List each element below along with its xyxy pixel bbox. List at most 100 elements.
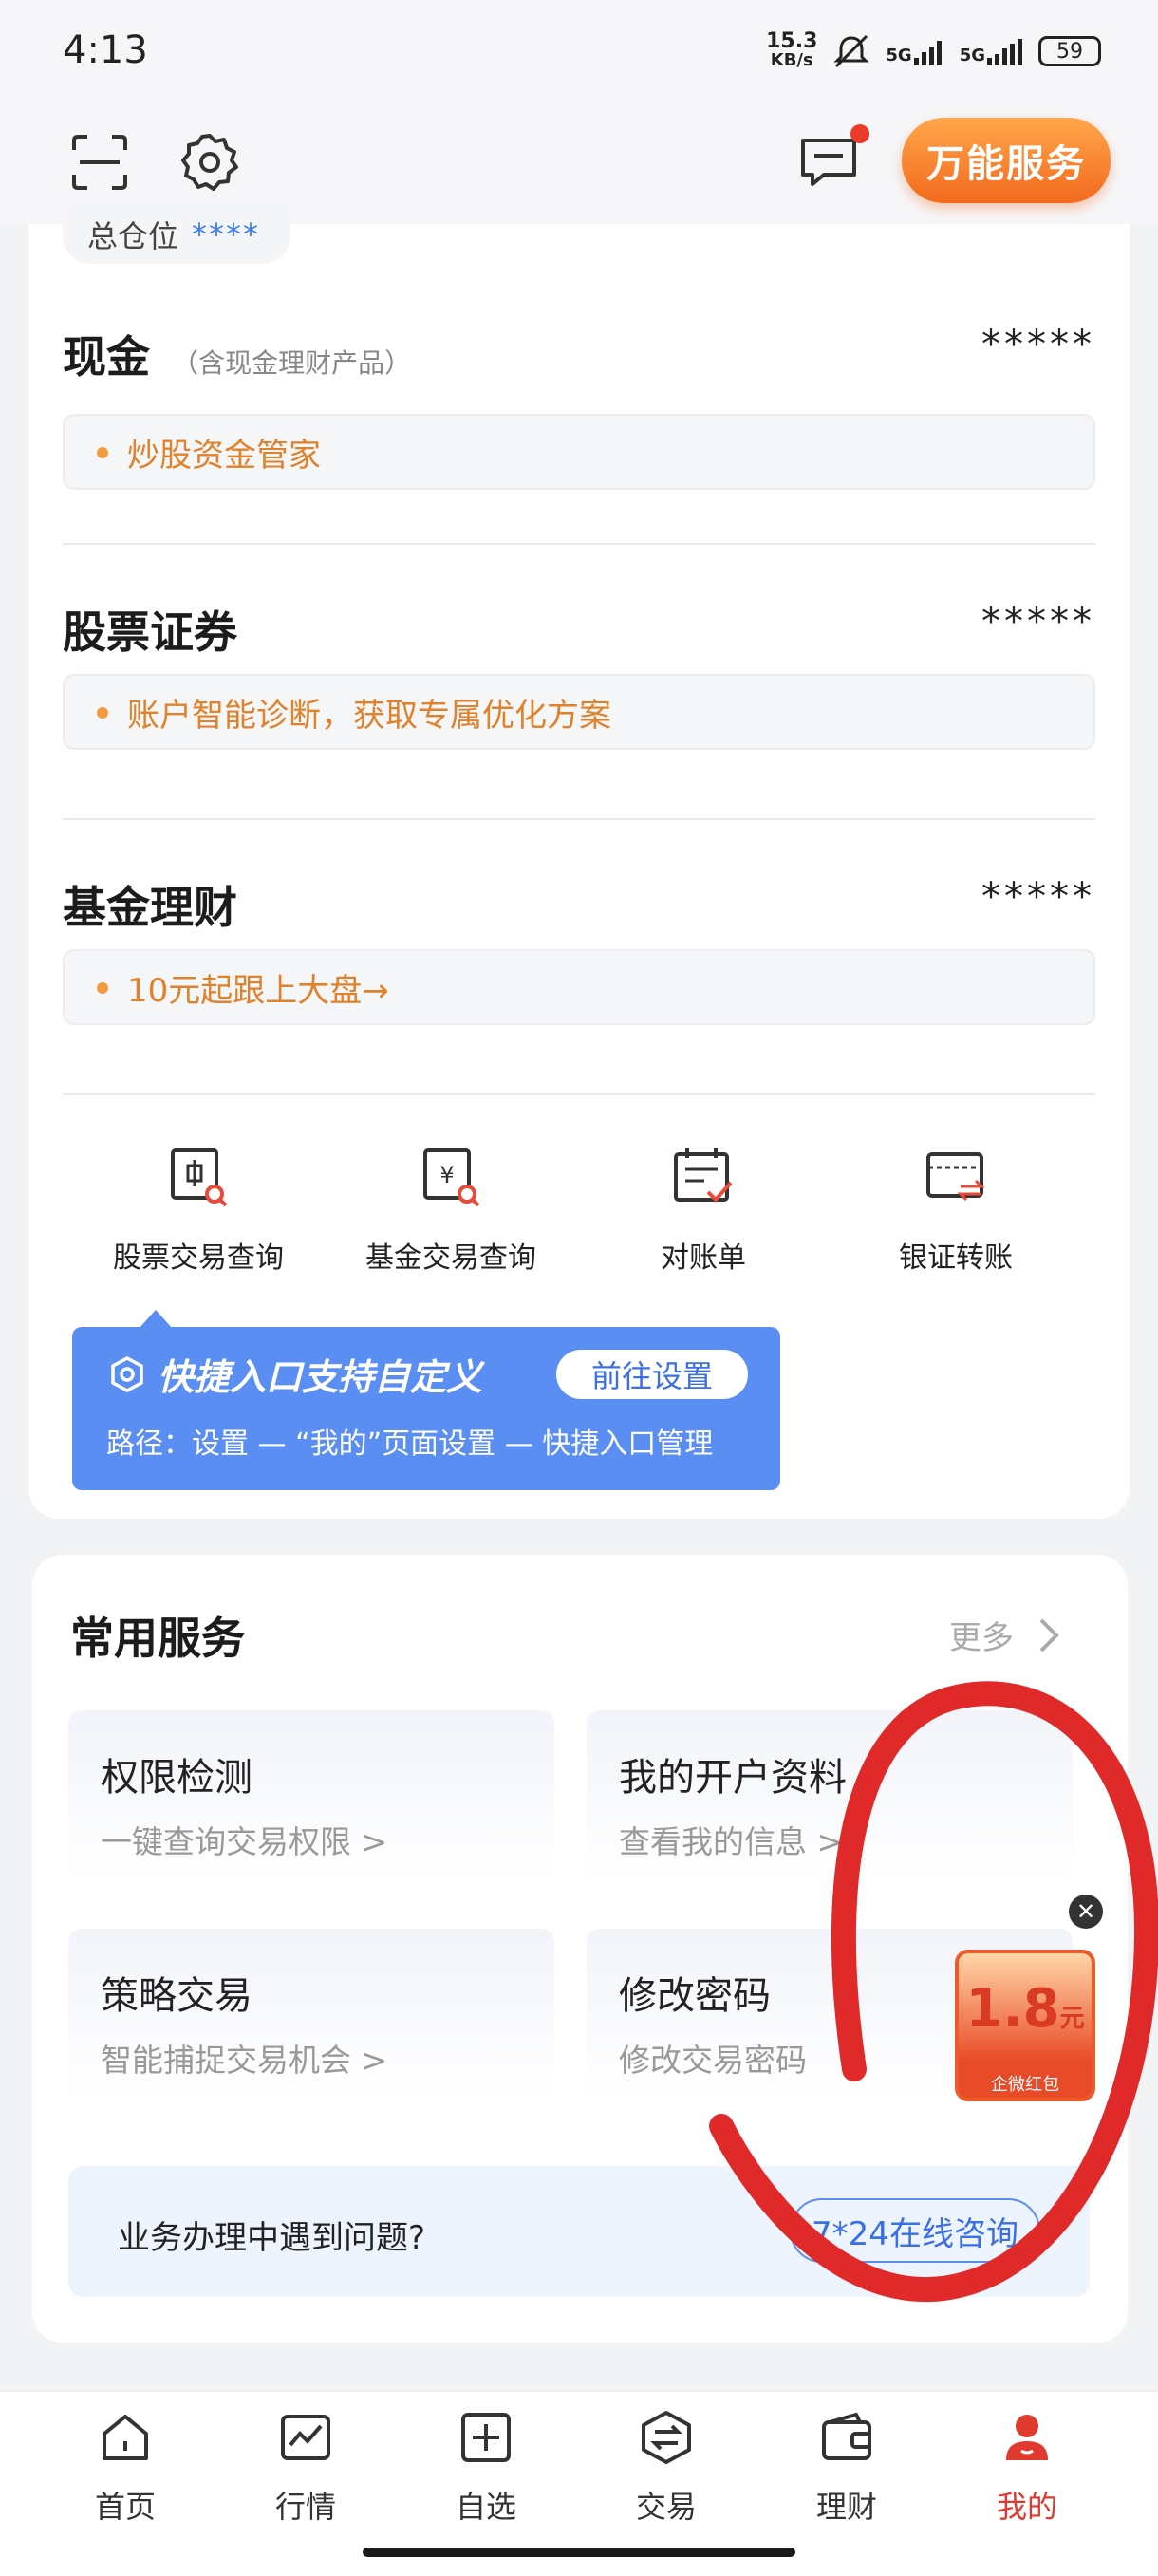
customize-tip-title: 快捷入口支持自定义 (158, 1356, 483, 1398)
quick-entry-statement[interactable]: 对账单 (580, 1145, 827, 1276)
stock-query-icon (171, 1148, 228, 1207)
quick-entry-label: 银证转账 (899, 1241, 1013, 1275)
market-icon (281, 2415, 330, 2460)
fund-title: 基金理财 (63, 882, 237, 933)
nav-profile[interactable]: 我的 (951, 2409, 1103, 2527)
stock-value: ***** (981, 600, 1095, 644)
nav-label: 首页 (94, 2489, 156, 2525)
signal-bars-icon (913, 41, 942, 65)
cash-tip[interactable]: 炒股资金管家 (63, 414, 1095, 490)
chevron-right-icon (1039, 1618, 1059, 1652)
nav-label: 自选 (455, 2489, 516, 2525)
watchlist-icon (461, 2413, 511, 2462)
quick-entry-label: 对账单 (661, 1241, 746, 1275)
close-icon: ✕ (1075, 1898, 1096, 1925)
quick-entry-bank-transfer[interactable]: 银证转账 (832, 1145, 1079, 1276)
online-consult-button[interactable]: 7*24在线咨询 (790, 2198, 1040, 2263)
mute-bell-icon (833, 34, 869, 68)
signal-1-label: 5G (886, 46, 912, 65)
divider (63, 543, 1095, 545)
nav-label: 我的 (996, 2489, 1057, 2525)
cash-section-header: 现金 （含现金理财产品） (63, 323, 411, 385)
net-speed-value: 15.3 (766, 29, 818, 53)
quick-entry-label: 基金交易查询 (365, 1241, 536, 1275)
notification-dot (850, 124, 869, 143)
tile-title: 我的开户资料 (619, 1756, 847, 1800)
services-title: 常用服务 (70, 1613, 245, 1664)
bullet-dot (97, 447, 108, 458)
statement-icon (674, 1148, 733, 1203)
nav-label: 理财 (815, 2489, 877, 2525)
nav-label: 行情 (274, 2489, 336, 2525)
bullet-dot (97, 707, 108, 719)
services-more-link[interactable]: 更多 (949, 1612, 1062, 1658)
signal-bars-icon (987, 39, 1022, 65)
wealth-icon (822, 2412, 871, 2460)
fund-value: ***** (981, 875, 1095, 919)
divider (63, 818, 1095, 820)
tip-bubble-tail (139, 1310, 173, 1329)
status-time: 4:13 (63, 28, 148, 72)
service-tile-account-info[interactable]: 我的开户资料 查看我的信息 > (587, 1710, 1073, 1881)
tile-title: 策略交易 (101, 1974, 252, 2018)
gesture-home-bar[interactable] (363, 2548, 795, 2557)
nav-watchlist[interactable]: 自选 (410, 2409, 562, 2527)
quick-entry-label: 股票交易查询 (113, 1241, 284, 1275)
universal-service-button[interactable]: 万能服务 (902, 118, 1111, 203)
total-position-chip[interactable]: 总仓位 **** (63, 205, 290, 264)
trade-icon (642, 2411, 691, 2464)
battery-level: 59 (1056, 39, 1083, 64)
envelope-amount-value: 1.8 (965, 1978, 1060, 2040)
scan-icon (72, 135, 127, 190)
message-icon (801, 139, 856, 186)
help-text: 业务办理中遇到问题? (118, 2219, 426, 2257)
quick-entry-fund-query[interactable]: ¥ 基金交易查询 (327, 1145, 574, 1276)
stock-tip-text: 账户智能诊断，获取专属优化方案 (127, 696, 611, 735)
bullet-dot (97, 982, 108, 994)
cash-title: 现金 (63, 331, 150, 383)
go-settings-button[interactable]: 前往设置 (556, 1350, 748, 1399)
nav-market[interactable]: 行情 (230, 2409, 382, 2527)
envelope-label: 企微红包 (991, 2075, 1059, 2095)
fund-tip-text: 10元起跟上大盘→ (127, 971, 389, 1010)
tile-title: 修改密码 (619, 1974, 771, 2018)
stock-title: 股票证券 (63, 607, 237, 658)
close-envelope-button[interactable]: ✕ (1069, 1895, 1103, 1929)
stock-tip[interactable]: 账户智能诊断，获取专属优化方案 (63, 674, 1095, 750)
settings-button[interactable] (177, 129, 243, 196)
home-icon (103, 2415, 148, 2460)
nav-trade[interactable]: 交易 (590, 2409, 742, 2527)
fund-query-icon: ¥ (423, 1148, 480, 1207)
customize-tip-path: 路径：设置 — “我的”页面设置 — 快捷入口管理 (106, 1428, 714, 1461)
tile-title: 权限检测 (101, 1756, 252, 1800)
tile-subtitle: 智能捕捉交易机会 > (101, 2042, 388, 2079)
envelope-amount: 1.8元 (959, 1978, 1092, 2040)
fund-tip[interactable]: 10元起跟上大盘→ (63, 949, 1095, 1025)
tile-subtitle: 一键查询交易权限 > (101, 1823, 388, 1860)
bank-transfer-icon (926, 1152, 985, 1202)
status-icons: 15.3 KB/s 5G 5G 59 (766, 30, 1101, 72)
gear-icon (181, 134, 238, 191)
service-tile-permission[interactable]: 权限检测 一键查询交易权限 > (68, 1710, 554, 1881)
scan-button[interactable] (66, 129, 133, 196)
nav-home[interactable]: 首页 (49, 2409, 201, 2527)
nav-wealth[interactable]: 理财 (771, 2409, 923, 2527)
stock-section-header: 股票证券 (63, 598, 237, 661)
quick-entry-stock-query[interactable]: 股票交易查询 (75, 1145, 322, 1276)
net-speed: 15.3 KB/s (766, 29, 818, 70)
signal-2-label: 5G (959, 46, 985, 65)
cash-tip-text: 炒股资金管家 (127, 436, 321, 475)
svg-text:¥: ¥ (439, 1162, 454, 1188)
service-tile-strategy-trading[interactable]: 策略交易 智能捕捉交易机会 > (68, 1929, 554, 2100)
more-label: 更多 (949, 1619, 1014, 1657)
red-envelope-widget[interactable]: 1.8元 企微红包 (955, 1950, 1095, 2101)
cash-value: ***** (981, 323, 1095, 366)
battery-indicator: 59 (1038, 36, 1101, 66)
tile-subtitle: 修改交易密码 (619, 2042, 807, 2079)
hexagon-icon (111, 1356, 143, 1392)
cash-subtitle: （含现金理财产品） (172, 347, 412, 379)
signal-1: 5G (886, 37, 945, 65)
total-position-label: 总仓位 (87, 218, 179, 254)
envelope-amount-unit: 元 (1059, 2005, 1085, 2033)
tile-subtitle: 查看我的信息 > (619, 1823, 844, 1860)
